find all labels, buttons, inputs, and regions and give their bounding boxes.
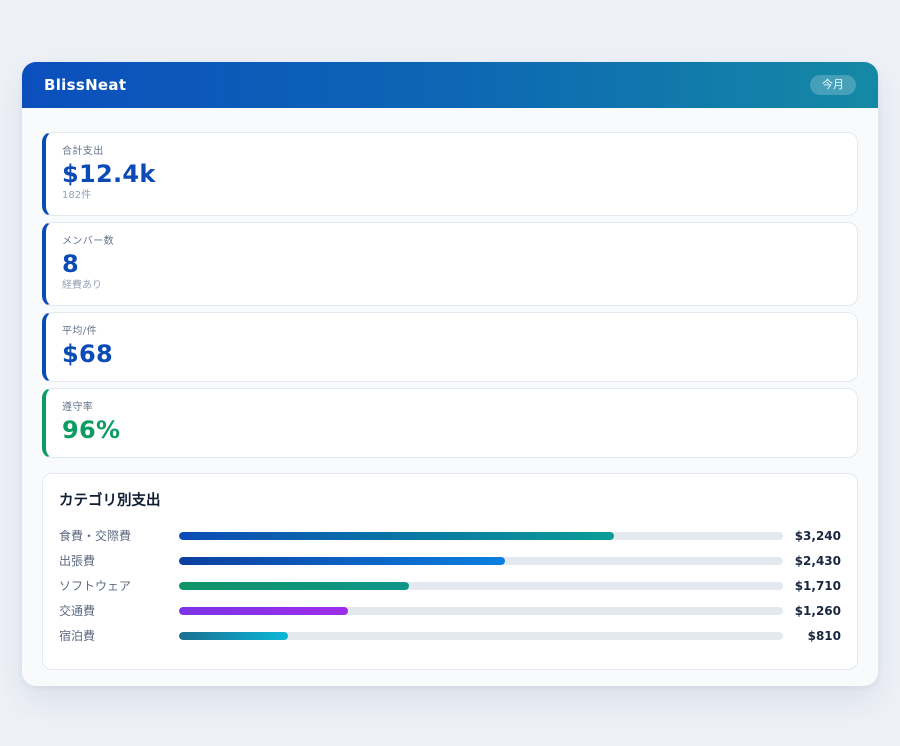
category-bar-fill — [179, 532, 614, 540]
stat-value: $12.4k — [62, 159, 841, 189]
stat-value: $68 — [62, 339, 841, 369]
category-value: $1,710 — [783, 579, 841, 593]
app-title: BlissNeat — [44, 76, 126, 94]
stat-subtitle: 182件 — [62, 189, 841, 203]
stat-card: 遵守率 96% — [42, 388, 858, 458]
category-bar-track — [179, 532, 783, 540]
category-bar-fill — [179, 607, 348, 615]
category-value: $2,430 — [783, 554, 841, 568]
stat-label: メンバー数 — [62, 235, 841, 249]
category-row-list: 食費・交際費 $3,240 出張費 $2,430 ソフトウェア $1,710 交… — [59, 523, 841, 648]
category-value: $810 — [783, 629, 841, 643]
category-row: ソフトウェア $1,710 — [59, 573, 841, 598]
category-bar-track — [179, 632, 783, 640]
stat-label: 平均/件 — [62, 325, 841, 339]
period-badge[interactable]: 今月 — [810, 75, 856, 95]
stat-subtitle: 経費あり — [62, 279, 841, 293]
category-row: 宿泊費 $810 — [59, 623, 841, 648]
category-label: 出張費 — [59, 552, 179, 569]
category-bar-track — [179, 607, 783, 615]
category-label: 食費・交際費 — [59, 527, 179, 544]
category-label: 交通費 — [59, 602, 179, 619]
category-row: 交通費 $1,260 — [59, 598, 841, 623]
dashboard-panel: BlissNeat 今月 合計支出 $12.4k 182件 メンバー数 8 経費… — [22, 62, 878, 686]
category-bar-track — [179, 582, 783, 590]
section-title: カテゴリ別支出 — [59, 489, 841, 510]
category-bar-fill — [179, 582, 409, 590]
stat-value: 96% — [62, 415, 841, 445]
category-row: 出張費 $2,430 — [59, 548, 841, 573]
dashboard-content: 合計支出 $12.4k 182件 メンバー数 8 経費あり 平均/件 $68 遵… — [22, 108, 878, 686]
stat-card: メンバー数 8 経費あり — [42, 222, 858, 306]
category-bar-fill — [179, 632, 288, 640]
category-row: 食費・交際費 $3,240 — [59, 523, 841, 548]
category-value: $3,240 — [783, 529, 841, 543]
category-bar-fill — [179, 557, 505, 565]
stat-label: 合計支出 — [62, 145, 841, 159]
stat-card: 合計支出 $12.4k 182件 — [42, 132, 858, 216]
stat-value: 8 — [62, 249, 841, 279]
app-header: BlissNeat 今月 — [22, 62, 878, 108]
category-spending-card: カテゴリ別支出 食費・交際費 $3,240 出張費 $2,430 ソフトウェア … — [42, 473, 858, 670]
category-bar-track — [179, 557, 783, 565]
stat-card-list: 合計支出 $12.4k 182件 メンバー数 8 経費あり 平均/件 $68 遵… — [42, 132, 858, 458]
category-label: 宿泊費 — [59, 627, 179, 644]
category-value: $1,260 — [783, 604, 841, 618]
stat-label: 遵守率 — [62, 401, 841, 415]
stat-card: 平均/件 $68 — [42, 312, 858, 382]
category-label: ソフトウェア — [59, 577, 179, 594]
